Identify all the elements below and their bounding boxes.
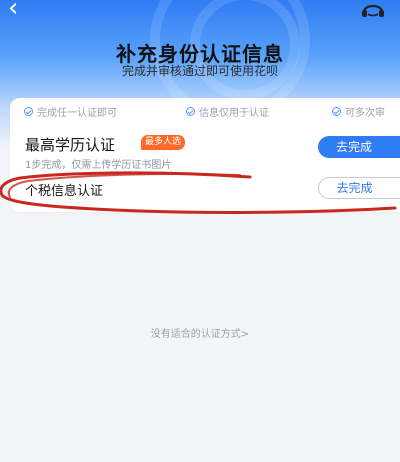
tax-complete-button[interactable]: 去完成 bbox=[318, 177, 400, 199]
tax-verification-title: 个税信息认证 bbox=[25, 184, 104, 199]
feature-label: 可多次审 bbox=[345, 108, 385, 119]
feature-item: 信息仅用于认证 bbox=[186, 104, 269, 119]
check-circle-icon bbox=[24, 107, 33, 116]
feature-label: 完成任一认证即可 bbox=[37, 108, 117, 119]
education-complete-button[interactable]: 去完成 bbox=[318, 136, 400, 158]
feature-label: 信息仅用于认证 bbox=[199, 108, 269, 119]
feature-item: 完成任一认证即可 bbox=[24, 104, 117, 119]
education-verification-title: 最高学历认证 bbox=[25, 136, 116, 154]
check-circle-icon bbox=[186, 107, 195, 116]
no-suitable-method-link[interactable]: 没有适合的认证方式> bbox=[0, 325, 400, 340]
page-subtitle: 完成并审核通过即可使用花呗 bbox=[121, 64, 278, 78]
check-circle-icon bbox=[332, 107, 341, 116]
popular-badge: 最多人选 bbox=[141, 135, 186, 150]
verification-card: 完成任一认证即可 信息仅用于认证 可多次审 最高学历认证 最多人选 1步完成，仅… bbox=[10, 98, 400, 212]
feature-list: 完成任一认证即可 信息仅用于认证 可多次审 bbox=[10, 100, 400, 120]
back-arrow-icon[interactable]: ‹ bbox=[8, 0, 36, 22]
headset-icon[interactable] bbox=[360, 0, 386, 18]
education-verification-description: 1步完成，仅需上传学历证书图片 bbox=[25, 160, 172, 171]
feature-item: 可多次审 bbox=[332, 104, 385, 119]
